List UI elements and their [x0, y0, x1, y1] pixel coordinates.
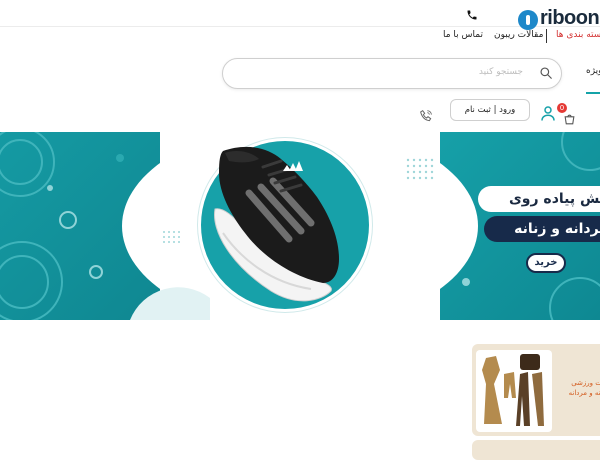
phone-icon[interactable] — [466, 6, 478, 25]
logo-mark-icon — [518, 10, 538, 30]
banner-arc-decoration — [130, 287, 210, 320]
support-icon[interactable] — [418, 108, 434, 128]
category-card-2[interactable] — [472, 440, 600, 460]
tab-special-underline — [586, 92, 600, 94]
logo-text: riboon — [540, 7, 600, 29]
login-register-button[interactable]: ورود | ثبت نام — [450, 99, 530, 121]
user-icon[interactable] — [539, 104, 557, 126]
sneaker-image — [214, 146, 339, 302]
tab-special[interactable]: ویژه — [586, 66, 600, 76]
hero-banner[interactable]: کفش پیاده روی مردانه و زنانه خرید — [0, 132, 600, 320]
search-icon[interactable] — [539, 65, 553, 84]
nav-divider — [546, 29, 547, 43]
dot-grid-left — [163, 231, 180, 243]
nav-categories[interactable]: دسته بندی ها — [556, 30, 600, 40]
search-placeholder: جستجو کنید — [478, 67, 523, 77]
dot-grid-right — [406, 158, 434, 180]
category-card-sportswear[interactable]: ست ورزشی زنانه و مردانه — [472, 344, 600, 436]
card-caption: ست ورزشی زنانه و مردانه — [568, 379, 600, 397]
cart-icon[interactable] — [563, 111, 576, 130]
banner-subheadline: مردانه و زنانه — [484, 216, 600, 242]
search-input[interactable]: جستجو کنید — [222, 58, 562, 89]
header-divider — [0, 26, 600, 27]
nav-contact[interactable]: تماس با ما — [443, 30, 483, 40]
product-circle — [198, 138, 372, 312]
banner-buy-button[interactable]: خرید — [526, 253, 566, 273]
nav-articles[interactable]: مقالات ریبون — [494, 30, 543, 40]
banner-headline: کفش پیاده روی — [478, 186, 600, 212]
